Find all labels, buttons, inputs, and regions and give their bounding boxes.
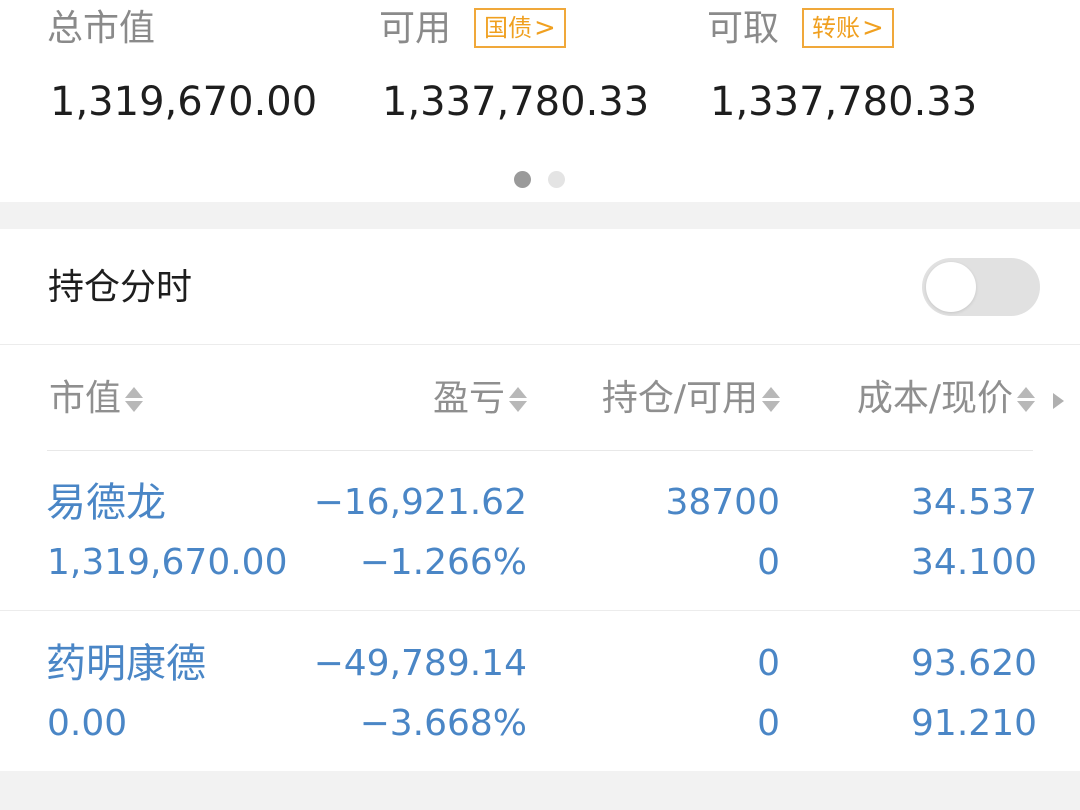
- chevron-right-icon: >: [862, 13, 884, 43]
- transfer-button-label: 转账: [812, 14, 860, 42]
- market-value-cell: 1,319,670.00: [47, 542, 288, 583]
- table-row[interactable]: 药明康德 0.00 −49,789.14 −3.668% 0 0 93.620 …: [0, 612, 1080, 772]
- intraday-holdings-toggle-row: 持仓分时: [0, 229, 1080, 345]
- table-row[interactable]: 易德龙 1,319,670.00 −16,921.62 −1.266% 3870…: [0, 451, 1080, 611]
- available-cell: 0: [757, 703, 780, 744]
- stock-name: 药明康德: [46, 641, 206, 687]
- page-dot-active[interactable]: [514, 171, 531, 188]
- position-header-label: 持仓/可用: [601, 378, 758, 419]
- scroll-columns-right-icon[interactable]: [1053, 393, 1064, 409]
- position-cell: 0: [757, 643, 780, 684]
- market-value-header-label: 市值: [49, 378, 122, 419]
- price-cell: 91.210: [911, 703, 1037, 744]
- pnl-ratio-cell: −3.668%: [359, 703, 527, 744]
- chevron-right-icon: >: [534, 13, 556, 43]
- sort-market-value-header[interactable]: 市值: [49, 377, 144, 421]
- withdrawable-funds-label: 可取: [707, 8, 780, 49]
- pnl-ratio-cell: −1.266%: [359, 542, 527, 583]
- intraday-holdings-switch[interactable]: [922, 258, 1040, 316]
- total-market-value-label: 总市值: [47, 8, 156, 49]
- sort-pnl-header[interactable]: 盈亏: [433, 377, 527, 421]
- sort-icon: [125, 386, 144, 412]
- sort-icon: [762, 386, 780, 412]
- available-funds-value: 1,337,780.33: [382, 79, 650, 125]
- intraday-holdings-label: 持仓分时: [48, 267, 193, 308]
- available-cell: 0: [757, 542, 780, 583]
- page-dot[interactable]: [548, 171, 565, 188]
- stock-name: 易德龙: [46, 480, 166, 526]
- account-summary-panel: 总市值 1,319,670.00 可用 国债> 1,337,780.33 可取 …: [0, 0, 1080, 202]
- cost-cell: 93.620: [911, 643, 1037, 684]
- page-indicator[interactable]: [514, 171, 565, 188]
- treasury-bond-button-label: 国债: [484, 14, 532, 42]
- total-market-value: 1,319,670.00: [50, 79, 318, 125]
- market-value-cell: 0.00: [47, 703, 128, 744]
- price-cell: 34.100: [911, 542, 1037, 583]
- pnl-cell: −49,789.14: [313, 643, 527, 684]
- cost-cell: 34.537: [911, 482, 1037, 523]
- transfer-button[interactable]: 转账>: [802, 8, 894, 48]
- sort-position-header[interactable]: 持仓/可用: [602, 377, 780, 421]
- available-funds-label: 可用: [379, 8, 452, 49]
- positions-table-header: 市值 盈亏 持仓/可用 成本/现价: [0, 345, 1080, 451]
- sort-icon: [1017, 386, 1035, 412]
- cost-price-header-label: 成本/现价: [856, 378, 1013, 419]
- positions-card: 持仓分时 市值 盈亏 持仓/可用 成本/现价 易德龙 1,319,670.00 …: [0, 229, 1080, 771]
- treasury-bond-button[interactable]: 国债>: [474, 8, 566, 48]
- pnl-header-label: 盈亏: [432, 378, 505, 419]
- pnl-cell: −16,921.62: [313, 482, 527, 523]
- sort-cost-price-header[interactable]: 成本/现价: [857, 377, 1035, 421]
- sort-icon: [509, 386, 527, 412]
- position-cell: 38700: [665, 482, 780, 523]
- withdrawable-funds-value: 1,337,780.33: [710, 79, 978, 125]
- switch-knob: [926, 262, 976, 312]
